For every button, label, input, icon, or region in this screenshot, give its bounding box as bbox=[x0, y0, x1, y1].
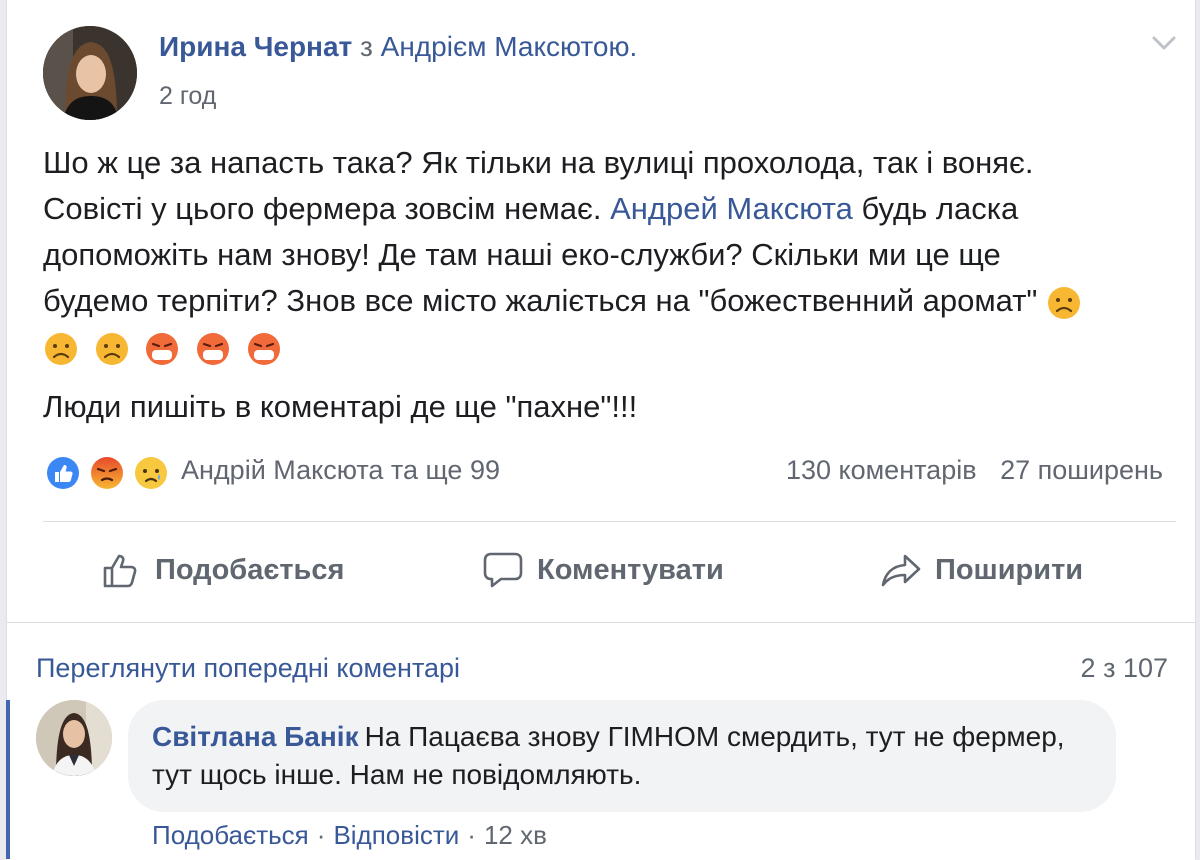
post-line: Шо ж це за напасть така? Як тільки на ву… bbox=[43, 145, 1034, 180]
separator-dot: · bbox=[316, 820, 326, 850]
post-line: допоможіть нам знову! Де там наші еко-сл… bbox=[43, 237, 1001, 272]
frowning-emoji-icon bbox=[95, 332, 128, 365]
mention-link[interactable]: Андрей Максюта bbox=[610, 191, 853, 226]
post-stats: 130 коментарів 27 поширень bbox=[786, 455, 1163, 486]
post-line: Совісті у цього фермера зовсім немає. Ан… bbox=[43, 186, 1178, 232]
author-name[interactable]: Ирина Чернат bbox=[159, 31, 352, 62]
post-time[interactable]: 2 год bbox=[159, 82, 216, 111]
comment-pager: 2 з 107 bbox=[1080, 653, 1168, 683]
comment-bubble-icon bbox=[483, 552, 523, 588]
tagged-user[interactable]: Андрієм Максютою. bbox=[381, 31, 638, 62]
comment-reply-link[interactable]: Відповісти bbox=[333, 820, 459, 850]
like-button-label: Подобається bbox=[155, 553, 345, 586]
post-line: Люди пишіть в коментарі де ще "пахне"!!! bbox=[43, 389, 638, 424]
action-bar: Подобається Коментувати Поширити bbox=[43, 540, 1176, 600]
comment-meta: Подобається · Відповісти · 12 хв bbox=[152, 820, 547, 851]
comment-time[interactable]: 12 хв bbox=[484, 820, 547, 850]
commenter-avatar[interactable] bbox=[36, 700, 112, 776]
mask-emoji-icon bbox=[196, 332, 229, 365]
post-line: будемо терпіти? Знов все місто жаліється… bbox=[43, 278, 1178, 324]
frowning-emoji-icon bbox=[1048, 286, 1081, 319]
share-button[interactable]: Поширити bbox=[879, 540, 1083, 600]
comment-body: Світлана Банік На Пацаєва знову ГІМНОМ см… bbox=[152, 718, 1092, 794]
with-word: з bbox=[360, 31, 373, 62]
angry-icon[interactable] bbox=[87, 453, 127, 493]
comment-count[interactable]: 130 коментарів bbox=[786, 455, 977, 485]
mask-emoji-icon bbox=[146, 332, 179, 365]
thumbs-up-icon bbox=[103, 554, 137, 588]
frowning-emoji-icon bbox=[45, 332, 77, 365]
sad-icon[interactable] bbox=[131, 453, 171, 493]
comment-focus-bar bbox=[6, 700, 10, 859]
like-icon[interactable] bbox=[43, 453, 83, 493]
post-text: Шо ж це за напасть така? Як тільки на ву… bbox=[43, 140, 1178, 430]
mask-emoji-icon bbox=[247, 332, 280, 365]
reaction-names[interactable]: Андрій Максюта та ще 99 bbox=[181, 455, 500, 486]
commenter-name[interactable]: Світлана Банік bbox=[152, 721, 359, 752]
post-text-segment: будь ласка bbox=[861, 191, 1019, 226]
post-text-segment: Совісті у цього фермера зовсім немає. bbox=[43, 191, 602, 226]
share-button-label: Поширити bbox=[935, 553, 1084, 586]
chevron-down-icon[interactable] bbox=[1147, 26, 1181, 60]
comment-button[interactable]: Коментувати bbox=[481, 540, 724, 600]
emoji-row bbox=[43, 324, 1178, 374]
separator-dot: · bbox=[467, 820, 476, 850]
share-arrow-icon bbox=[881, 554, 921, 587]
comment-bubble: Світлана Банік На Пацаєва знову ГІМНОМ см… bbox=[128, 700, 1116, 812]
comment-like-link[interactable]: Подобається bbox=[152, 820, 309, 850]
like-button[interactable]: Подобається bbox=[99, 540, 344, 600]
share-count[interactable]: 27 поширень bbox=[1000, 455, 1163, 485]
view-previous-comments-link[interactable]: Переглянути попередні коментарі bbox=[36, 653, 460, 684]
post-header: Ирина Чернат з Андрієм Максютою. bbox=[159, 31, 637, 63]
divider bbox=[43, 521, 1176, 522]
author-avatar[interactable] bbox=[43, 26, 137, 120]
post-text-segment: будемо терпіти? Знов все місто жаліється… bbox=[43, 283, 1038, 318]
comment-button-label: Коментувати bbox=[537, 553, 724, 586]
